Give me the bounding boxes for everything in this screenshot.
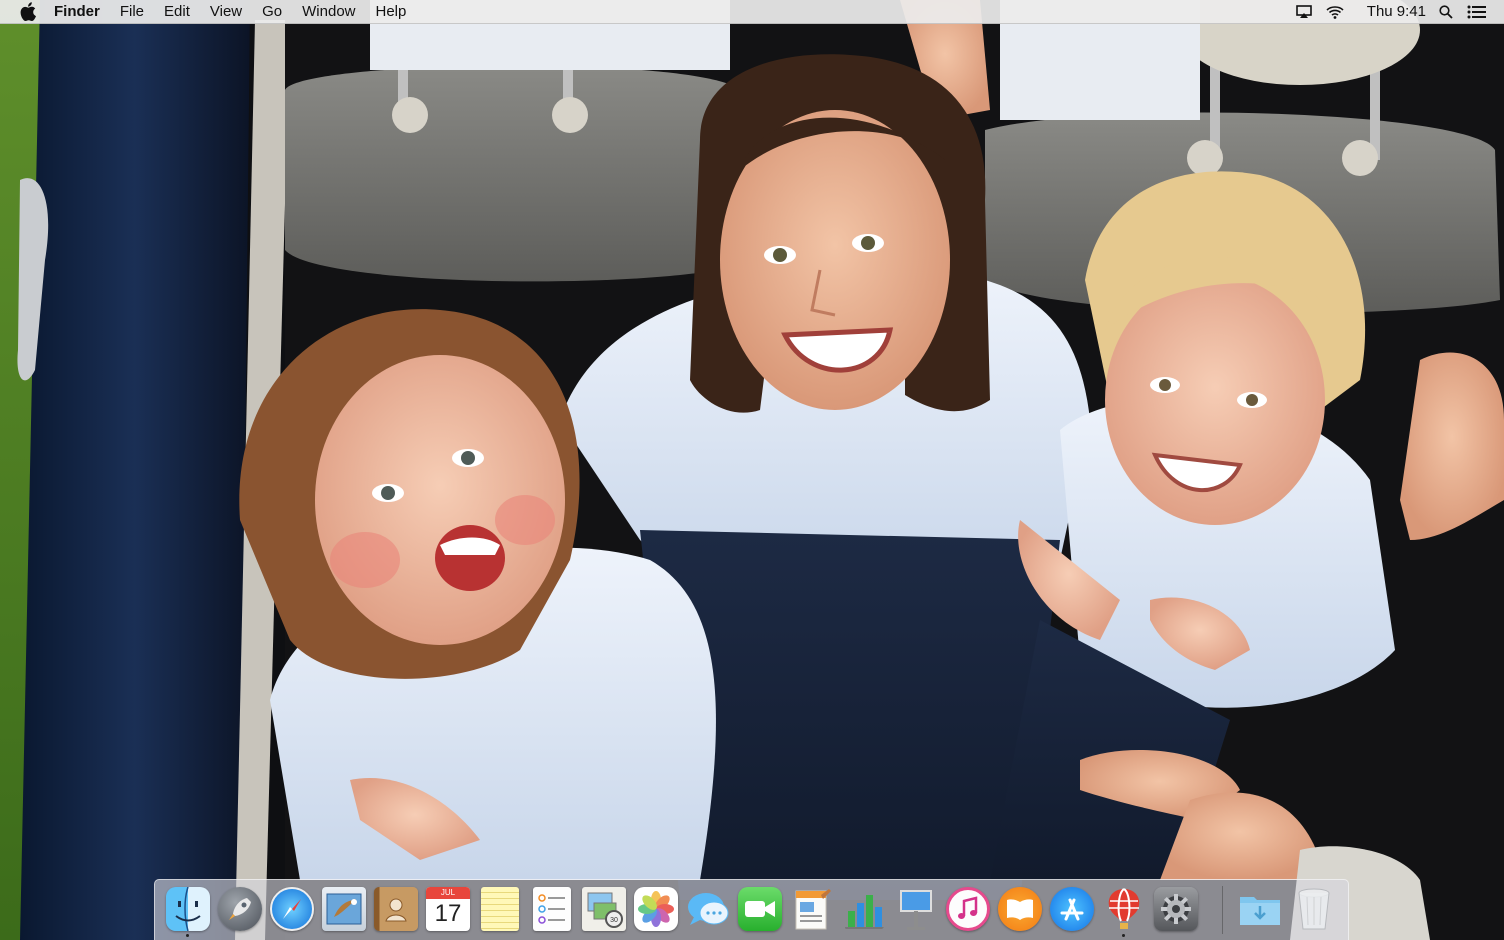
airplay-icon[interactable] [1295, 0, 1313, 23]
calendar-icon: JUL 17 [426, 887, 470, 931]
dock-item-photos[interactable] [633, 886, 679, 932]
menu-edit[interactable]: Edit [154, 0, 200, 23]
messages-icon [686, 887, 730, 931]
dock-item-pages[interactable] [789, 886, 835, 932]
keynote-icon [894, 887, 938, 931]
running-indicator [1122, 934, 1125, 937]
dock-item-calendar[interactable]: JUL 17 [425, 886, 471, 932]
wifi-icon[interactable] [1325, 0, 1345, 23]
photos-icon [634, 887, 678, 931]
pages-icon [790, 887, 834, 931]
menu-help[interactable]: Help [366, 0, 417, 23]
apple-logo-icon[interactable] [20, 2, 38, 22]
menu-bar: Finder File Edit View Go Window Help Thu… [0, 0, 1504, 24]
reminders-icon [533, 887, 571, 931]
dock-item-contacts[interactable] [373, 886, 419, 932]
menu-file[interactable]: File [110, 0, 154, 23]
menu-go[interactable]: Go [252, 0, 292, 23]
running-indicator [186, 934, 189, 937]
trash-icon [1292, 887, 1336, 931]
menu-app-finder[interactable]: Finder [54, 0, 110, 23]
mail-icon [322, 887, 366, 931]
menu-clock[interactable]: Thu 9:41 [1367, 3, 1426, 20]
dock-item-finder[interactable] [165, 886, 211, 937]
dock-item-reminders[interactable] [529, 886, 575, 932]
notification-center-icon[interactable] [1466, 0, 1488, 23]
preview-icon: 30 [582, 887, 626, 931]
contacts-icon [374, 887, 418, 931]
hot-air-balloon-icon [1102, 887, 1146, 931]
ibooks-icon [998, 887, 1042, 931]
spotlight-search-icon[interactable] [1438, 0, 1454, 23]
dock-item-numbers[interactable] [841, 886, 887, 932]
dock-item-keynote[interactable] [893, 886, 939, 932]
desktop-wallpaper [0, 0, 1504, 940]
dock-item-system-preferences[interactable] [1153, 886, 1199, 932]
dock-item-app-store[interactable] [1049, 886, 1095, 932]
dock-separator [1222, 886, 1223, 934]
dock: JUL 17 30 [154, 879, 1349, 940]
dock-item-notes[interactable] [477, 886, 523, 932]
dock-item-preview[interactable]: 30 [581, 886, 627, 932]
dock-item-downloads[interactable] [1237, 886, 1283, 932]
itunes-icon [946, 887, 990, 931]
calendar-month: JUL [426, 887, 470, 899]
downloads-folder-icon [1238, 887, 1282, 931]
app-store-icon [1050, 887, 1094, 931]
safari-icon [270, 887, 314, 931]
launchpad-icon [218, 887, 262, 931]
dock-item-messages[interactable] [685, 886, 731, 932]
dock-item-itunes[interactable] [945, 886, 991, 932]
dock-item-trash[interactable] [1291, 886, 1337, 932]
dock-item-facetime[interactable] [737, 886, 783, 932]
facetime-icon [738, 887, 782, 931]
dock-item-ibooks[interactable] [997, 886, 1043, 932]
menu-window[interactable]: Window [292, 0, 365, 23]
numbers-icon [842, 887, 886, 931]
dock-item-safari[interactable] [269, 886, 315, 932]
menu-view[interactable]: View [200, 0, 252, 23]
dock-item-launchpad[interactable] [217, 886, 263, 932]
finder-icon [166, 887, 210, 931]
system-preferences-icon [1154, 887, 1198, 931]
svg-text:30: 30 [610, 917, 618, 924]
calendar-day: 17 [434, 900, 462, 927]
dock-item-mail[interactable] [321, 886, 367, 932]
dock-item-hot-air-balloon[interactable] [1101, 886, 1147, 937]
notes-icon [481, 887, 519, 931]
